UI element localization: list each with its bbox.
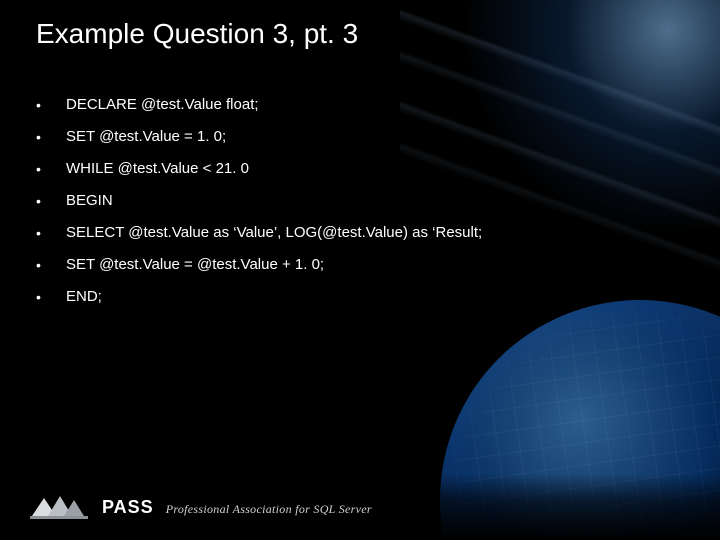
list-item: • SET @test.Value = 1. 0; — [36, 128, 660, 146]
bullet-text: SET @test.Value = @test.Value + 1. 0; — [66, 256, 324, 274]
bullet-text: SET @test.Value = 1. 0; — [66, 128, 226, 146]
brand-name: PASS — [102, 497, 154, 518]
brand-text: PASS Professional Association for SQL Se… — [102, 497, 372, 518]
footer: PASS Professional Association for SQL Se… — [0, 474, 720, 540]
bullet-icon: • — [36, 96, 66, 114]
list-item: • DECLARE @test.Value float; — [36, 96, 660, 114]
list-item: • BEGIN — [36, 192, 660, 210]
list-item: • WHILE @test.Value < 21. 0 — [36, 160, 660, 178]
list-item: • END; — [36, 288, 660, 306]
bullet-icon: • — [36, 192, 66, 210]
bullet-text: SELECT @test.Value as ‘Value’, LOG(@test… — [66, 224, 482, 242]
list-item: • SELECT @test.Value as ‘Value’, LOG(@te… — [36, 224, 660, 242]
bullet-icon: • — [36, 128, 66, 146]
pass-logo-icon — [30, 490, 88, 524]
slide: Example Question 3, pt. 3 • DECLARE @tes… — [0, 0, 720, 540]
bullet-list: • DECLARE @test.Value float; • SET @test… — [36, 96, 660, 320]
bullet-icon: • — [36, 224, 66, 242]
bullet-text: WHILE @test.Value < 21. 0 — [66, 160, 249, 178]
bullet-icon: • — [36, 288, 66, 306]
brand-tagline: Professional Association for SQL Server — [166, 502, 372, 517]
bullet-text: DECLARE @test.Value float; — [66, 96, 259, 114]
bullet-icon: • — [36, 256, 66, 274]
list-item: • SET @test.Value = @test.Value + 1. 0; — [36, 256, 660, 274]
bullet-text: BEGIN — [66, 192, 113, 210]
slide-title: Example Question 3, pt. 3 — [36, 18, 358, 50]
brand-block: PASS Professional Association for SQL Se… — [30, 490, 372, 524]
bullet-icon: • — [36, 160, 66, 178]
bullet-text: END; — [66, 288, 102, 306]
